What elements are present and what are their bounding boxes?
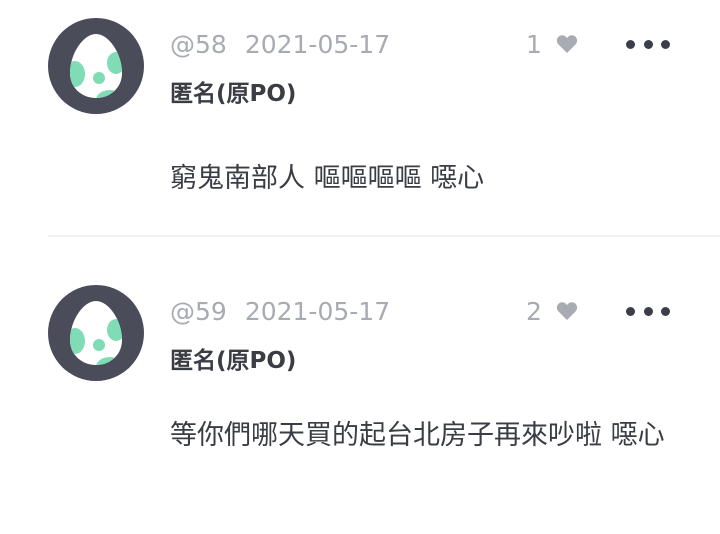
author-name: 匿名(原PO) [170, 348, 297, 374]
more-dot [626, 306, 635, 316]
like-button[interactable]: 1 [526, 28, 578, 60]
comment-content: 窮鬼南部人 嘔嘔嘔嘔 噁心 [170, 163, 485, 194]
more-options-icon[interactable] [626, 303, 670, 319]
comment-date: 2021-05-17 [244, 296, 391, 326]
more-dot [626, 39, 635, 49]
author-name: 匿名(原PO) [170, 81, 297, 107]
more-dot [643, 306, 653, 316]
more-dot [661, 306, 670, 316]
floor-number: @58 [170, 29, 227, 59]
comment-item: @59 2021-05-17 2 匿名(原PO) 等你們哪天買的起台北房子再來吵… [0, 237, 720, 534]
more-options-icon[interactable] [626, 36, 670, 52]
more-dot [643, 39, 653, 49]
comment-feed: @58 2021-05-17 1 匿名(原PO) 窮鬼南部人 嘔嘔嘔嘔 噁心 @… [0, 0, 720, 534]
comment-item: @58 2021-05-17 1 匿名(原PO) 窮鬼南部人 嘔嘔嘔嘔 噁心 [0, 0, 720, 237]
egg-avatar-icon[interactable] [48, 18, 144, 114]
comment-meta: @58 2021-05-17 [170, 28, 390, 60]
comment-date: 2021-05-17 [244, 29, 391, 59]
comment-meta: @59 2021-05-17 [170, 295, 390, 327]
egg-avatar-icon[interactable] [48, 285, 144, 381]
like-count: 1 [526, 29, 542, 59]
heart-icon[interactable] [556, 34, 578, 54]
like-count: 2 [526, 296, 542, 326]
heart-icon[interactable] [556, 301, 578, 321]
like-button[interactable]: 2 [526, 295, 578, 327]
floor-number: @59 [170, 296, 227, 326]
comment-content: 等你們哪天買的起台北房子再來吵啦 噁心 [170, 420, 665, 451]
more-dot [661, 39, 670, 49]
